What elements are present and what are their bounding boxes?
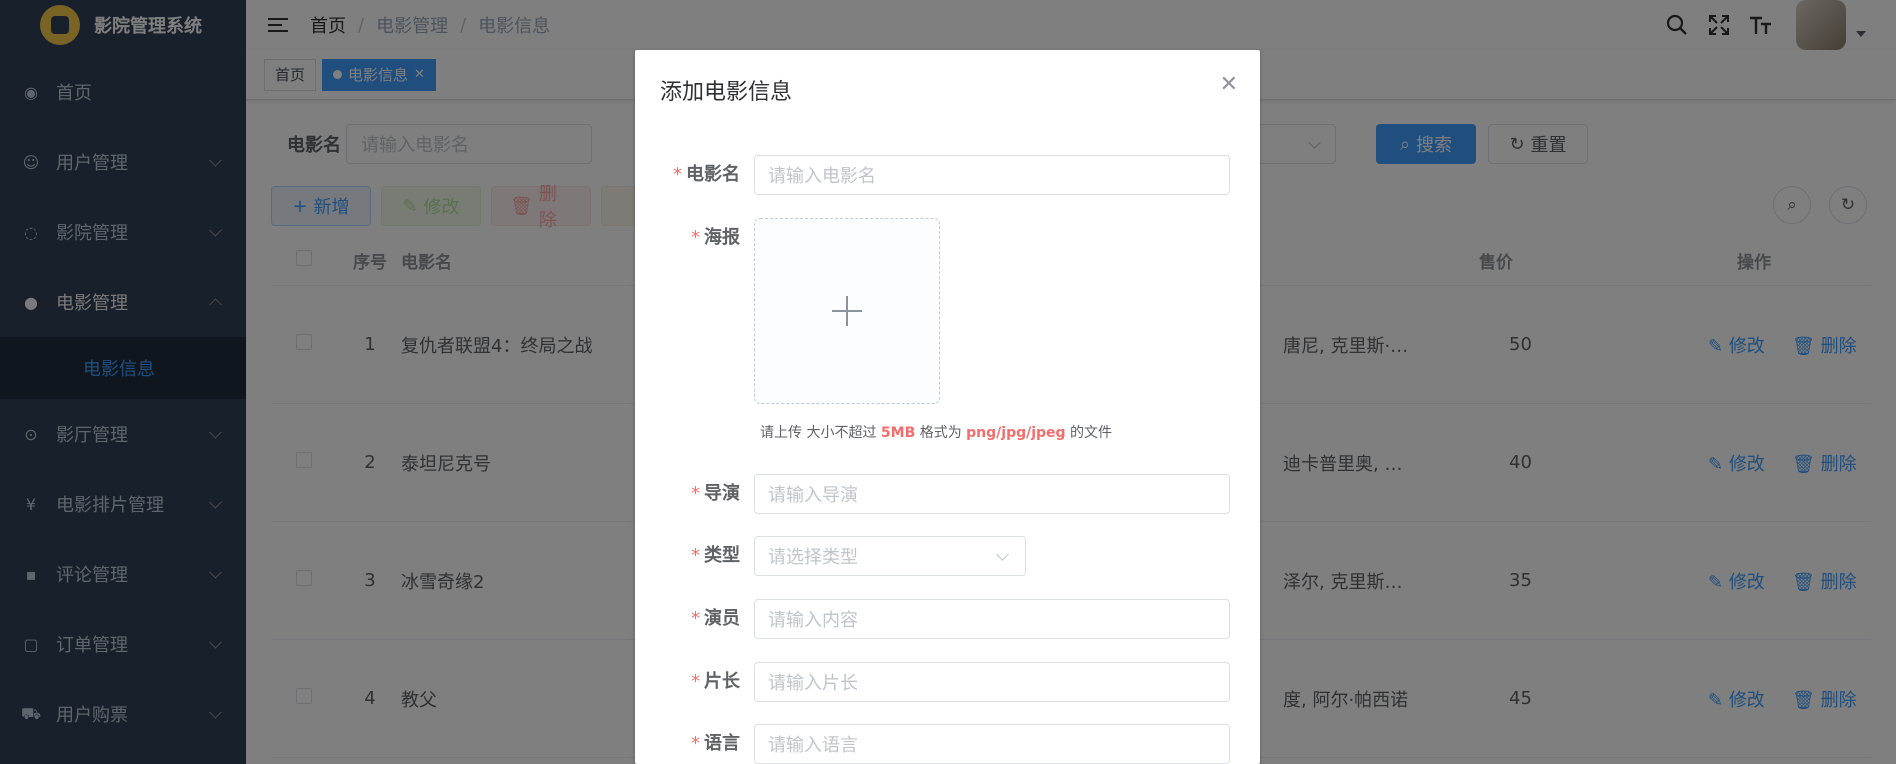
required-mark: *	[691, 227, 700, 248]
duration-input[interactable]: 请输入片长	[754, 662, 1230, 702]
close-icon[interactable]: ✕	[1220, 72, 1238, 97]
form-item-poster: * 海报	[660, 218, 1235, 404]
select-placeholder: 请选择类型	[768, 547, 858, 568]
form-item-director: * 导演 请输入导演	[660, 474, 1235, 514]
form-item-type: * 类型 请选择类型	[660, 536, 1235, 576]
input-placeholder: 请输入电影名	[768, 166, 876, 187]
field-label-text: 导演	[704, 483, 740, 504]
form-item-name: * 电影名 请输入电影名	[660, 155, 1235, 195]
tip-text: 请上传 大小不超过	[760, 425, 881, 441]
field-label: * 导演	[660, 474, 754, 514]
input-placeholder: 请输入内容	[768, 610, 858, 631]
tip-text: 的文件	[1065, 425, 1113, 441]
required-mark: *	[691, 483, 700, 504]
tip-text: 格式为	[915, 425, 967, 441]
dialog-title: 添加电影信息	[660, 80, 793, 105]
chevron-down-icon	[996, 548, 1009, 561]
actors-input[interactable]: 请输入内容	[754, 599, 1230, 639]
field-label-text: 演员	[704, 608, 740, 629]
field-label-text: 语言	[704, 733, 740, 754]
upload-tip: 请上传 大小不超过 5MB 格式为 png/jpg/jpeg 的文件	[760, 422, 1112, 442]
field-label: * 类型	[660, 536, 754, 576]
language-input[interactable]: 请输入语言	[754, 724, 1230, 764]
field-label: * 海报	[660, 218, 754, 258]
form-item-language: * 语言 请输入语言	[660, 724, 1235, 764]
field-label-text: 电影名	[686, 164, 740, 185]
movie-name-input[interactable]: 请输入电影名	[754, 155, 1230, 195]
field-label: * 语言	[660, 724, 754, 764]
tip-formats: png/jpg/jpeg	[966, 425, 1066, 441]
required-mark: *	[673, 164, 682, 185]
field-label-text: 片长	[704, 671, 740, 692]
type-select[interactable]: 请选择类型	[754, 536, 1026, 576]
required-mark: *	[691, 608, 700, 629]
tip-size: 5MB	[880, 425, 916, 441]
poster-upload[interactable]	[754, 218, 940, 404]
app-root: 影院管理系统 ◉ 首页 ☺ 用户管理 ◌ 影院管理 ● 电影管理 电影信息 ⊙ …	[0, 0, 1896, 764]
field-label: * 片长	[660, 662, 754, 702]
field-label: * 演员	[660, 599, 754, 639]
field-label: * 电影名	[660, 155, 754, 195]
form-item-duration: * 片长 请输入片长	[660, 662, 1235, 702]
required-mark: *	[691, 733, 700, 754]
field-label-text: 类型	[704, 545, 740, 566]
input-placeholder: 请输入导演	[768, 485, 858, 506]
plus-icon	[832, 296, 862, 326]
add-movie-dialog: 添加电影信息 ✕ * 电影名 请输入电影名 * 海报 请上传 大小不超过 5MB 格…	[635, 50, 1260, 764]
input-placeholder: 请输入语言	[768, 735, 858, 756]
field-label-text: 海报	[704, 227, 740, 248]
director-input[interactable]: 请输入导演	[754, 474, 1230, 514]
form-item-actors: * 演员 请输入内容	[660, 599, 1235, 639]
required-mark: *	[691, 671, 700, 692]
required-mark: *	[691, 545, 700, 566]
input-placeholder: 请输入片长	[768, 673, 858, 694]
